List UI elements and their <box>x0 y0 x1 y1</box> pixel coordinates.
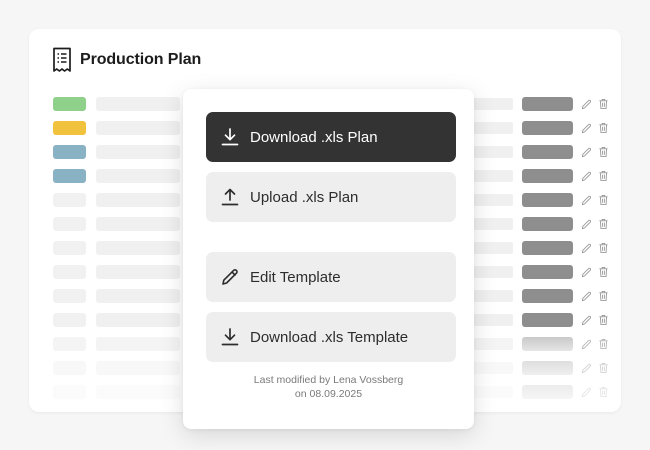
pencil-icon[interactable] <box>580 241 592 255</box>
receipt-icon <box>52 47 72 73</box>
row-name-placeholder <box>96 217 180 231</box>
trash-icon[interactable] <box>597 313 609 327</box>
row-status-placeholder <box>522 169 573 183</box>
row-name-placeholder <box>96 361 180 375</box>
row-status-placeholder <box>522 289 573 303</box>
row-name-placeholder <box>96 313 180 327</box>
trash-icon[interactable] <box>597 265 609 279</box>
category-color-chip <box>53 289 86 303</box>
category-color-chip <box>53 193 86 207</box>
row-value-placeholder <box>473 98 513 110</box>
trash-icon[interactable] <box>597 241 609 255</box>
trash-icon[interactable] <box>597 169 609 183</box>
pencil-icon[interactable] <box>580 217 592 231</box>
row-name-placeholder <box>96 121 180 135</box>
pencil-icon[interactable] <box>580 289 592 303</box>
row-name-placeholder <box>96 337 180 351</box>
pencil-icon[interactable] <box>580 121 592 135</box>
row-name-placeholder <box>96 265 180 279</box>
pencil-icon[interactable] <box>580 145 592 159</box>
download-plan-button[interactable]: Download .xls Plan <box>206 112 456 162</box>
row-value-placeholder <box>473 386 513 398</box>
category-color-chip <box>53 169 86 183</box>
row-name-placeholder <box>96 145 180 159</box>
download-template-button[interactable]: Download .xls Template <box>206 312 456 362</box>
row-name-placeholder <box>96 193 180 207</box>
trash-icon[interactable] <box>597 337 609 351</box>
category-color-chip <box>53 385 86 399</box>
row-status-placeholder <box>522 265 573 279</box>
pencil-icon[interactable] <box>580 313 592 327</box>
row-status-placeholder <box>522 337 573 351</box>
pencil-icon[interactable] <box>580 193 592 207</box>
row-status-placeholder <box>522 145 573 159</box>
row-value-placeholder <box>473 266 513 278</box>
row-value-placeholder <box>473 170 513 182</box>
category-color-chip <box>53 313 86 327</box>
last-modified-date: on 08.09.2025 <box>294 388 363 400</box>
trash-icon[interactable] <box>597 289 609 303</box>
row-status-placeholder <box>522 385 573 399</box>
upload-plan-label: Upload .xls Plan <box>250 188 359 206</box>
category-color-chip <box>53 337 86 351</box>
row-value-placeholder <box>473 314 513 326</box>
row-value-placeholder <box>473 146 513 158</box>
edit-template-label: Edit Template <box>250 268 341 286</box>
last-modified-note: Last modified by Lena Vossberg on 08.09.… <box>183 373 474 401</box>
category-color-chip <box>53 265 86 279</box>
row-value-placeholder <box>473 290 513 302</box>
download-template-label: Download .xls Template <box>250 328 409 346</box>
row-name-placeholder <box>96 169 180 183</box>
category-color-chip <box>53 121 86 135</box>
upload-icon <box>220 187 240 207</box>
page-title: Production Plan <box>80 51 202 68</box>
last-modified-by: Last modified by Lena Vossberg <box>253 374 404 386</box>
trash-icon[interactable] <box>597 217 609 231</box>
trash-icon[interactable] <box>597 193 609 207</box>
category-color-chip <box>53 97 86 111</box>
row-name-placeholder <box>96 97 180 111</box>
category-color-chip <box>53 217 86 231</box>
edit-template-button[interactable]: Edit Template <box>206 252 456 302</box>
row-status-placeholder <box>522 193 573 207</box>
category-color-chip <box>53 361 86 375</box>
row-value-placeholder <box>473 362 513 374</box>
pencil-icon[interactable] <box>580 361 592 375</box>
row-status-placeholder <box>522 121 573 135</box>
pencil-icon[interactable] <box>580 385 592 399</box>
pencil-icon[interactable] <box>580 169 592 183</box>
row-status-placeholder <box>522 361 573 375</box>
row-name-placeholder <box>96 241 180 255</box>
row-value-placeholder <box>473 242 513 254</box>
card-header: Production Plan <box>52 46 201 74</box>
row-status-placeholder <box>522 241 573 255</box>
row-value-placeholder <box>473 122 513 134</box>
export-menu-popup: Download .xls Plan Upload .xls Plan Edit… <box>183 89 474 429</box>
pencil-icon[interactable] <box>580 97 592 111</box>
pencil-icon[interactable] <box>580 265 592 279</box>
download-plan-label: Download .xls Plan <box>250 128 378 146</box>
row-status-placeholder <box>522 97 573 111</box>
pencil-icon <box>220 267 240 287</box>
row-value-placeholder <box>473 194 513 206</box>
pencil-icon[interactable] <box>580 337 592 351</box>
trash-icon[interactable] <box>597 121 609 135</box>
download-icon <box>220 127 240 147</box>
category-color-chip <box>53 145 86 159</box>
trash-icon[interactable] <box>597 97 609 111</box>
trash-icon[interactable] <box>597 361 609 375</box>
upload-plan-button[interactable]: Upload .xls Plan <box>206 172 456 222</box>
row-value-placeholder <box>473 218 513 230</box>
row-name-placeholder <box>96 289 180 303</box>
trash-icon[interactable] <box>597 145 609 159</box>
row-name-placeholder <box>96 385 180 399</box>
row-status-placeholder <box>522 217 573 231</box>
trash-icon[interactable] <box>597 385 609 399</box>
category-color-chip <box>53 241 86 255</box>
row-status-placeholder <box>522 313 573 327</box>
row-value-placeholder <box>473 338 513 350</box>
download-icon <box>220 327 240 347</box>
